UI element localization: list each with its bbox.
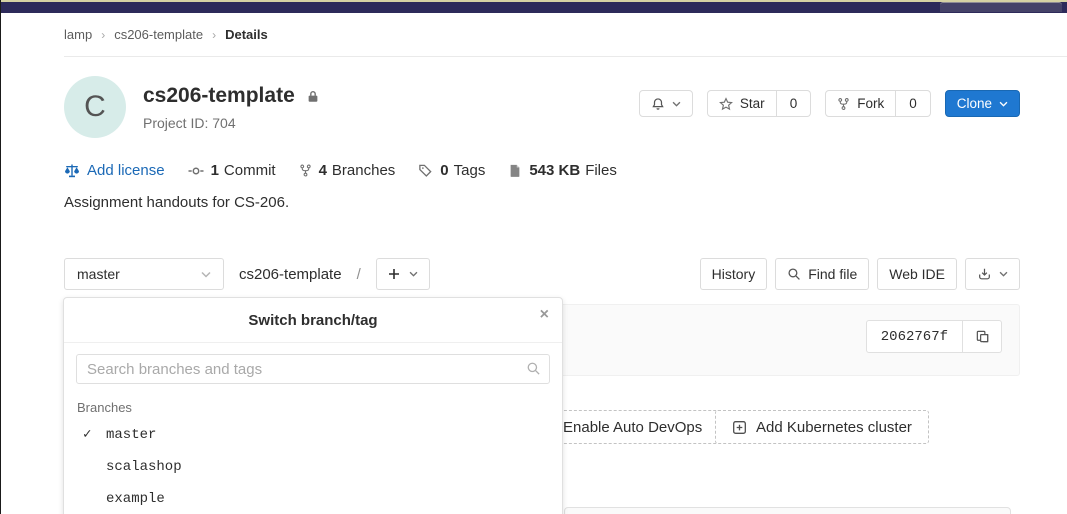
history-button[interactable]: History xyxy=(700,258,768,290)
chevron-down-icon xyxy=(999,101,1008,107)
branch-search-input[interactable] xyxy=(76,354,550,384)
breadcrumb-separator: › xyxy=(101,28,105,42)
repo-path-crumb[interactable]: cs206-template xyxy=(239,266,342,283)
branches-stat[interactable]: 4 Branches xyxy=(299,162,396,179)
tags-stat[interactable]: 0 Tags xyxy=(418,162,485,179)
project-description: Assignment handouts for CS-206. xyxy=(64,194,289,211)
license-scale-icon xyxy=(64,163,80,179)
breadcrumb: lamp › cs206-template › Details xyxy=(64,27,268,42)
commit-sha: 2062767f xyxy=(866,320,963,353)
branch-switcher-dropdown: Switch branch/tag × Branches ✓ master sc… xyxy=(63,297,563,514)
dropdown-search-wrap xyxy=(76,354,550,384)
notifications-dropdown-button[interactable] xyxy=(639,90,693,117)
file-nav-right: History Find file Web IDE xyxy=(700,258,1020,290)
star-button-group: Star 0 xyxy=(707,90,811,117)
star-button-label: Star xyxy=(740,96,765,111)
star-count[interactable]: 0 xyxy=(777,90,812,117)
commit-label: Commit xyxy=(224,162,276,179)
file-icon xyxy=(508,163,522,178)
path-separator: / xyxy=(357,266,361,283)
project-title: cs206-template xyxy=(143,84,295,108)
dropdown-header: Switch branch/tag × xyxy=(64,298,562,343)
project-id: Project ID: 704 xyxy=(143,115,320,131)
branch-count: 4 xyxy=(319,162,327,179)
chevron-down-icon xyxy=(409,271,418,277)
branch-item-label: example xyxy=(106,491,165,507)
breadcrumb-divider xyxy=(64,56,1067,57)
breadcrumb-group[interactable]: lamp xyxy=(64,27,92,42)
chevron-down-icon xyxy=(999,271,1008,277)
fork-icon xyxy=(837,97,850,111)
add-license-link[interactable]: Add license xyxy=(64,162,165,179)
commit-icon xyxy=(188,163,204,179)
add-kubernetes-cluster-button[interactable]: Add Kubernetes cluster xyxy=(715,410,929,444)
web-ide-label: Web IDE xyxy=(889,266,945,282)
download-icon xyxy=(977,267,992,281)
bell-icon xyxy=(651,97,665,111)
branch-selector[interactable]: master xyxy=(64,258,224,290)
breadcrumb-project[interactable]: cs206-template xyxy=(114,27,203,42)
navbar-search-input[interactable] xyxy=(940,2,1062,12)
commits-stat[interactable]: 1 Commit xyxy=(188,162,276,179)
plus-icon xyxy=(388,268,400,280)
check-icon: ✓ xyxy=(83,426,91,443)
project-avatar: C xyxy=(64,76,126,138)
star-button[interactable]: Star xyxy=(707,90,777,117)
enable-auto-devops-button[interactable]: Enable Auto DevOps xyxy=(546,410,719,444)
dropdown-title: Switch branch/tag xyxy=(248,312,377,329)
fork-button-group: Fork 0 xyxy=(825,90,931,117)
tag-label: Tags xyxy=(454,162,486,179)
project-stats-row: Add license 1 Commit 4 Branches xyxy=(64,162,617,179)
file-table-header-edge xyxy=(564,507,1011,514)
fork-button[interactable]: Fork xyxy=(825,90,896,117)
breadcrumb-separator: › xyxy=(212,28,216,42)
breadcrumb-current: Details xyxy=(225,27,268,42)
kubernetes-label: Add Kubernetes cluster xyxy=(756,419,912,436)
add-license-label: Add license xyxy=(87,162,165,179)
search-icon xyxy=(526,361,541,376)
branch-label: Branches xyxy=(332,162,395,179)
branch-item-master[interactable]: ✓ master xyxy=(64,419,562,451)
clipboard-copy-icon xyxy=(975,329,990,344)
clone-dropdown-button[interactable]: Clone xyxy=(945,90,1020,117)
search-icon xyxy=(787,267,801,281)
tag-icon xyxy=(418,163,433,178)
add-file-dropdown-button[interactable] xyxy=(376,258,430,290)
branches-section-label: Branches xyxy=(77,400,562,415)
auto-devops-label: Enable Auto DevOps xyxy=(563,419,702,436)
commit-count: 1 xyxy=(211,162,219,179)
top-navbar xyxy=(1,2,1067,13)
gitlab-project-page: lamp › cs206-template › Details C cs206-… xyxy=(0,0,1067,514)
branch-item-label: scalashop xyxy=(106,459,182,475)
copy-sha-button[interactable] xyxy=(963,320,1002,353)
find-file-label: Find file xyxy=(808,266,857,282)
chevron-down-icon xyxy=(672,101,681,107)
find-file-button[interactable]: Find file xyxy=(775,258,869,290)
chevron-down-icon xyxy=(201,271,211,278)
branch-item-scalashop[interactable]: scalashop xyxy=(64,451,562,483)
download-dropdown-button[interactable] xyxy=(965,258,1020,290)
private-lock-icon xyxy=(306,89,320,104)
branch-selector-value: master xyxy=(77,266,120,282)
project-title-block: cs206-template Project ID: 704 xyxy=(143,84,320,131)
files-size: 543 KB xyxy=(529,162,580,179)
branch-item-label: master xyxy=(106,427,156,443)
close-icon[interactable]: × xyxy=(540,307,549,323)
project-actions: Star 0 Fork 0 Clone xyxy=(639,90,1020,117)
web-ide-button[interactable]: Web IDE xyxy=(877,258,957,290)
tag-count: 0 xyxy=(440,162,448,179)
files-stat[interactable]: 543 KB Files xyxy=(508,162,617,179)
plus-square-icon xyxy=(732,420,747,435)
commit-sha-group: 2062767f xyxy=(866,320,1002,353)
branch-icon xyxy=(299,163,312,178)
files-label: Files xyxy=(585,162,617,179)
history-button-label: History xyxy=(712,266,756,282)
branch-item-example[interactable]: example xyxy=(64,483,562,514)
clone-button-label: Clone xyxy=(957,96,992,111)
avatar-letter: C xyxy=(84,90,106,124)
star-icon xyxy=(719,97,733,111)
fork-button-label: Fork xyxy=(857,96,884,111)
file-nav-left: master cs206-template / xyxy=(64,258,430,290)
fork-count[interactable]: 0 xyxy=(896,90,931,117)
